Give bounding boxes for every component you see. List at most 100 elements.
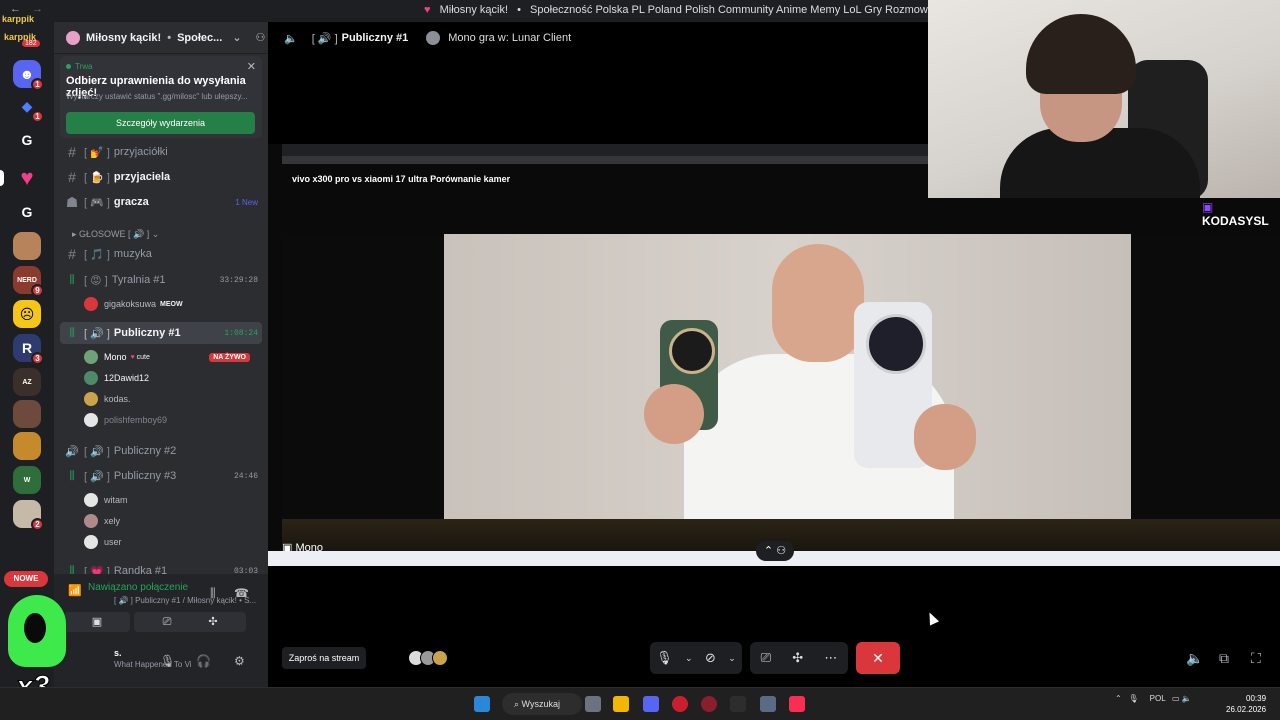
voice-user[interactable]: user bbox=[84, 532, 122, 552]
server-icon-nerd[interactable]: NERD 9 bbox=[13, 266, 44, 297]
voice-channel-publiczny1[interactable]: ⫼ [ 🔊 ] Publiczny #1 1:08:24 bbox=[60, 322, 262, 344]
event-details-button[interactable]: Szczegóły wydarzenia bbox=[66, 112, 255, 134]
server-icon-1[interactable]: ☻ 1 bbox=[13, 60, 44, 91]
voice-user[interactable]: polishfemboy69 bbox=[84, 410, 167, 430]
microphone-icon[interactable]: 🎙 bbox=[656, 650, 673, 666]
volume-icon[interactable]: 🔈 bbox=[1186, 650, 1203, 667]
connection-status[interactable]: Nawiązano połączenie bbox=[88, 582, 188, 593]
watermark-text: KODASYSL bbox=[1202, 214, 1269, 228]
server-icon-2[interactable]: ◆ 1 bbox=[13, 92, 44, 123]
current-channel-name: Publiczny #1 bbox=[341, 32, 409, 44]
server-header[interactable]: Miłosny kącik! • Społec... ⌄ ⚇ bbox=[54, 22, 268, 54]
add-member-icon[interactable]: ⚇ bbox=[256, 31, 266, 44]
mention-badge: 1 bbox=[31, 110, 44, 123]
discord-icon[interactable] bbox=[643, 696, 659, 712]
voice-user[interactable]: kodas. bbox=[84, 389, 131, 409]
server-icon-g[interactable]: G bbox=[13, 198, 41, 226]
server-icon-pic1[interactable] bbox=[13, 400, 41, 428]
task-view-icon[interactable] bbox=[585, 696, 601, 712]
current-username[interactable]: s. bbox=[114, 648, 122, 658]
microphone-icon[interactable]: 🎙 bbox=[160, 654, 175, 668]
username: witam bbox=[104, 495, 128, 505]
voice-activity-icon: ⫼ bbox=[69, 469, 75, 482]
voice-user[interactable]: gigakoksuwa MEOW bbox=[84, 294, 183, 314]
mention-badge: 9 bbox=[31, 284, 44, 297]
language-indicator[interactable]: POL bbox=[1150, 694, 1166, 703]
avatar bbox=[432, 650, 448, 666]
windows-start-icon[interactable] bbox=[474, 696, 490, 712]
fullscreen-icon[interactable]: ⛶ bbox=[1251, 650, 1261, 667]
event-subtitle: Wystarczy ustawić status ".gg/milosc" lu… bbox=[66, 92, 248, 101]
noise-suppression-icon[interactable]: ⫼ bbox=[210, 586, 216, 601]
category-voice[interactable]: ▸ GŁOSOWE [ 🔊 ] ⌄ bbox=[72, 229, 159, 240]
chevron-down-icon[interactable]: ⌄ bbox=[232, 31, 241, 44]
activities-icon[interactable]: ✣ bbox=[792, 650, 803, 666]
clock[interactable]: 00:39 26.02.2026 bbox=[1226, 693, 1266, 715]
voice-user-mono[interactable]: Mono ♥ cute NA ŻYWO bbox=[84, 347, 262, 367]
channel-label: Publiczny #2 bbox=[113, 445, 177, 457]
app-icon[interactable] bbox=[701, 696, 717, 712]
server-icon-pic2[interactable] bbox=[13, 432, 41, 460]
server-icon-emoji[interactable]: ☹ bbox=[13, 300, 41, 328]
chevron-down-icon[interactable]: ⌄ bbox=[685, 653, 693, 664]
disconnect-icon[interactable]: ☎ bbox=[234, 586, 249, 600]
taskbar-search[interactable]: ⌕ Wyszukaj bbox=[502, 693, 582, 715]
music-app-icon[interactable] bbox=[789, 696, 805, 712]
streamer-activity: Mono gra w: Lunar Client bbox=[448, 32, 572, 44]
camera-button[interactable]: ▣ bbox=[64, 612, 130, 632]
channel-przyjaciolki[interactable]: # [ 💅 ] przyjaciółki bbox=[60, 141, 262, 163]
voice-channel-publiczny3[interactable]: ⫼ [ 🔊 ] Publiczny #3 24:46 bbox=[60, 465, 262, 487]
hash-icon: # bbox=[68, 169, 76, 185]
popout-icon[interactable]: ⧉ bbox=[1219, 650, 1229, 667]
end-stream-button[interactable]: ✕ bbox=[856, 642, 900, 674]
signal-icon[interactable]: 📶 bbox=[68, 584, 82, 597]
mascot-overlay bbox=[8, 595, 66, 667]
g-app-icon[interactable] bbox=[730, 696, 746, 712]
channel-przyjaciela[interactable]: # [ 🍺 ] przyjaciela bbox=[60, 166, 262, 188]
watermark: ▣ KODASYSL bbox=[1202, 200, 1280, 228]
settings-app-icon[interactable] bbox=[760, 696, 776, 712]
voice-channel-publiczny2[interactable]: 🔊 [ 🔊 ] Publiczny #2 bbox=[60, 440, 262, 462]
overlay-name-top: karppik bbox=[2, 14, 35, 24]
viewer-avatars[interactable] bbox=[408, 650, 448, 666]
live-badge[interactable]: NA ŻYWO bbox=[209, 352, 250, 362]
opera-icon[interactable] bbox=[672, 696, 688, 712]
close-icon[interactable]: ✕ bbox=[247, 60, 256, 73]
channel-sidebar: Miłosny kącik! • Społec... ⌄ ⚇ Trwa ✕ Od… bbox=[54, 22, 268, 687]
avatar bbox=[84, 413, 98, 427]
speaker-icon: 🔈 bbox=[284, 32, 298, 45]
person-hair bbox=[1026, 14, 1136, 94]
voice-user[interactable]: xely bbox=[84, 511, 120, 531]
channel-label: przyjaciółki bbox=[113, 146, 168, 158]
server-icon-3[interactable]: G bbox=[13, 126, 41, 154]
server-icon-azdus[interactable]: AZ bbox=[13, 368, 41, 396]
server-icon-pic3[interactable]: 2 bbox=[13, 500, 44, 531]
server-icon-r[interactable]: R3 bbox=[13, 334, 44, 365]
more-options-icon[interactable]: ⋯ bbox=[824, 650, 837, 666]
hash-icon: # bbox=[68, 246, 76, 262]
channel-muzyka[interactable]: # [ 🎵 ] muzyka bbox=[60, 243, 262, 265]
video-title: vivo x300 pro vs xiaomi 17 ultra Porówna… bbox=[292, 174, 511, 184]
expand-participants-button[interactable]: ⌃ ⚇ bbox=[756, 541, 794, 561]
chevron-down-icon[interactable]: ⌄ bbox=[728, 653, 736, 664]
settings-gear-icon[interactable]: ⚙ bbox=[234, 654, 245, 668]
new-badge[interactable]: NOWE bbox=[4, 571, 48, 587]
invite-to-stream-button[interactable]: Zaproś na stream bbox=[282, 647, 366, 669]
username: 12Dawid12 bbox=[104, 373, 150, 383]
screen-share-icon[interactable]: ⎚ bbox=[761, 650, 771, 666]
voice-channel-tyralnia[interactable]: ⫼ [ 😡 ] Tyralnia #1 33:29:28 bbox=[60, 269, 262, 291]
channel-gracza[interactable]: ☗ [ 🎮 ] gracza 1 New bbox=[60, 191, 262, 213]
server-icon-avatar[interactable] bbox=[13, 232, 41, 260]
username: xely bbox=[104, 516, 121, 526]
voice-user[interactable]: witam bbox=[84, 490, 128, 510]
app: ← → ♥ Miłosny kącik! • Społeczność Polsk… bbox=[0, 0, 1280, 720]
activities-button[interactable]: ✣ bbox=[180, 612, 246, 632]
system-tray[interactable]: ⌃ 🎙 POL ▭ 🔈 bbox=[1115, 694, 1192, 703]
voice-user[interactable]: 12Dawid12 bbox=[84, 368, 149, 388]
heart-server-icon[interactable]: ♥ bbox=[13, 164, 41, 192]
server-icon-green[interactable]: W bbox=[13, 466, 41, 494]
headphones-icon[interactable]: 🎧 bbox=[196, 654, 211, 668]
camera-off-icon[interactable]: ⊘ bbox=[705, 650, 716, 666]
mention-badge: 3 bbox=[31, 352, 44, 365]
file-explorer-icon[interactable] bbox=[613, 696, 629, 712]
